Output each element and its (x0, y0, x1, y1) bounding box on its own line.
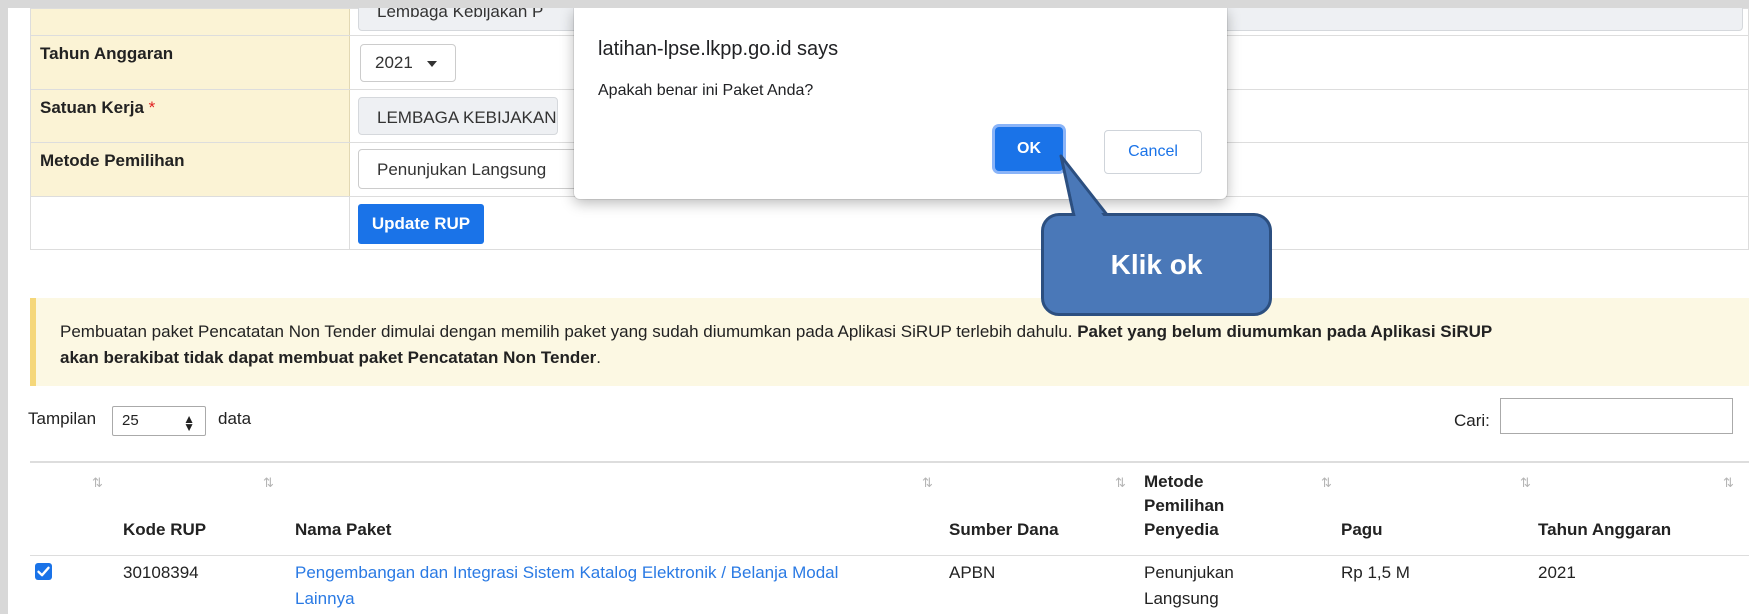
callout-text: Klik ok (1110, 248, 1203, 280)
show-entries-label: Tampilan (28, 409, 97, 428)
page: Lembaga Kebijakan P Tahun Anggaran 2021 … (8, 8, 1749, 614)
col-header-nama-paket[interactable]: Nama Paket (295, 518, 391, 542)
cell-tahun-anggaran: 2021 (1538, 563, 1576, 582)
kl-value: Lembaga Kebijakan P (377, 8, 544, 21)
check-icon (37, 566, 50, 577)
col-header-kode-rup[interactable]: Kode RUP (123, 518, 206, 542)
sort-icon[interactable]: ⇅ (1520, 475, 1531, 491)
ok-button[interactable]: OK (995, 127, 1063, 171)
cell-sumber-dana: APBN (949, 563, 996, 582)
cancel-button[interactable]: Cancel (1104, 130, 1202, 174)
sort-icon[interactable]: ⇅ (1321, 475, 1332, 491)
form-row-action: Update RUP (30, 197, 1749, 250)
sort-icon[interactable]: ⇅ (263, 475, 274, 491)
dialog-origin: latihan-lpse.lkpp.go.id says (598, 38, 839, 60)
rup-table (30, 461, 1749, 463)
update-rup-button[interactable]: Update RUP (358, 204, 484, 244)
satuan-kerja-field: LEMBAGA KEBIJAKAN (358, 97, 558, 135)
satuan-kerja-value: LEMBAGA KEBIJAKAN (377, 108, 557, 127)
row-checkbox[interactable] (35, 563, 52, 580)
required-mark: * (148, 98, 156, 117)
col-header-metode[interactable]: Metode Pemilihan Penyedia (1144, 470, 1224, 542)
search-input[interactable] (1500, 398, 1733, 434)
satuan-kerja-label-text: Satuan Kerja (40, 98, 144, 117)
col-header-metode-line1: Metode (1144, 472, 1204, 491)
sort-icon[interactable]: ⇅ (922, 475, 933, 491)
metode-line2: Langsung (1144, 589, 1219, 608)
sort-icon[interactable]: ⇅ (1115, 475, 1126, 491)
nama-paket-line2: Lainnya (295, 589, 355, 608)
show-entries-suffix: data (218, 409, 252, 428)
form-label-blank (30, 197, 350, 249)
metode-line1: Penunjukan (1144, 563, 1234, 582)
sort-icon[interactable]: ⇅ (1723, 475, 1734, 491)
nama-paket-line1: Pengembangan dan Integrasi Sistem Katalo… (295, 563, 839, 582)
annotation-callout: Klik ok (1041, 213, 1272, 316)
col-header-tahun-anggaran[interactable]: Tahun Anggaran (1538, 518, 1671, 542)
tahun-anggaran-select[interactable]: 2021 (360, 44, 456, 82)
search-label: Cari: (1454, 411, 1490, 430)
cell-kode-rup: 30108394 (123, 563, 199, 582)
alert-bold-1: Paket yang belum diumumkan pada Aplikasi… (1077, 322, 1493, 341)
page-length-value: 25 (122, 412, 139, 429)
metode-pemilihan-value: Penunjukan Langsung (377, 160, 547, 179)
page-length-select[interactable]: 25 ▲ ▼ (112, 406, 206, 436)
col-header-metode-line2: Pemilihan (1144, 496, 1225, 515)
cell-pagu: Rp 1,5 M (1341, 563, 1410, 582)
col-header-metode-line3: Penyedia (1144, 520, 1219, 539)
alert-period: . (596, 348, 602, 367)
alert-text: Pembuatan paket Pencatatan Non Tender di… (60, 322, 1073, 341)
col-header-pagu[interactable]: Pagu (1341, 518, 1383, 542)
info-alert: Pembuatan paket Pencatatan Non Tender di… (30, 298, 1749, 386)
header-divider (30, 555, 1749, 556)
chevron-down-icon (426, 60, 437, 67)
confirm-dialog: latihan-lpse.lkpp.go.id says Apakah bena… (574, 8, 1227, 199)
label-satuan-kerja: Satuan Kerja * (30, 90, 350, 142)
cell-nama-paket-link[interactable]: Pengembangan dan Integrasi Sistem Katalo… (295, 560, 838, 612)
form-label-empty (30, 9, 350, 35)
col-header-sumber-dana[interactable]: Sumber Dana (949, 518, 1059, 542)
sort-icon[interactable]: ⇅ (92, 475, 103, 491)
alert-bold-2: akan berakibat tidak dapat membuat paket… (60, 348, 597, 367)
label-tahun-anggaran: Tahun Anggaran (30, 36, 350, 89)
cell-metode: Penunjukan Langsung (1144, 560, 1234, 612)
label-metode-pemilihan: Metode Pemilihan (30, 143, 350, 196)
up-down-icon: ▲ ▼ (183, 412, 195, 434)
tahun-anggaran-value: 2021 (375, 53, 413, 72)
dialog-message: Apakah benar ini Paket Anda? (598, 82, 814, 99)
